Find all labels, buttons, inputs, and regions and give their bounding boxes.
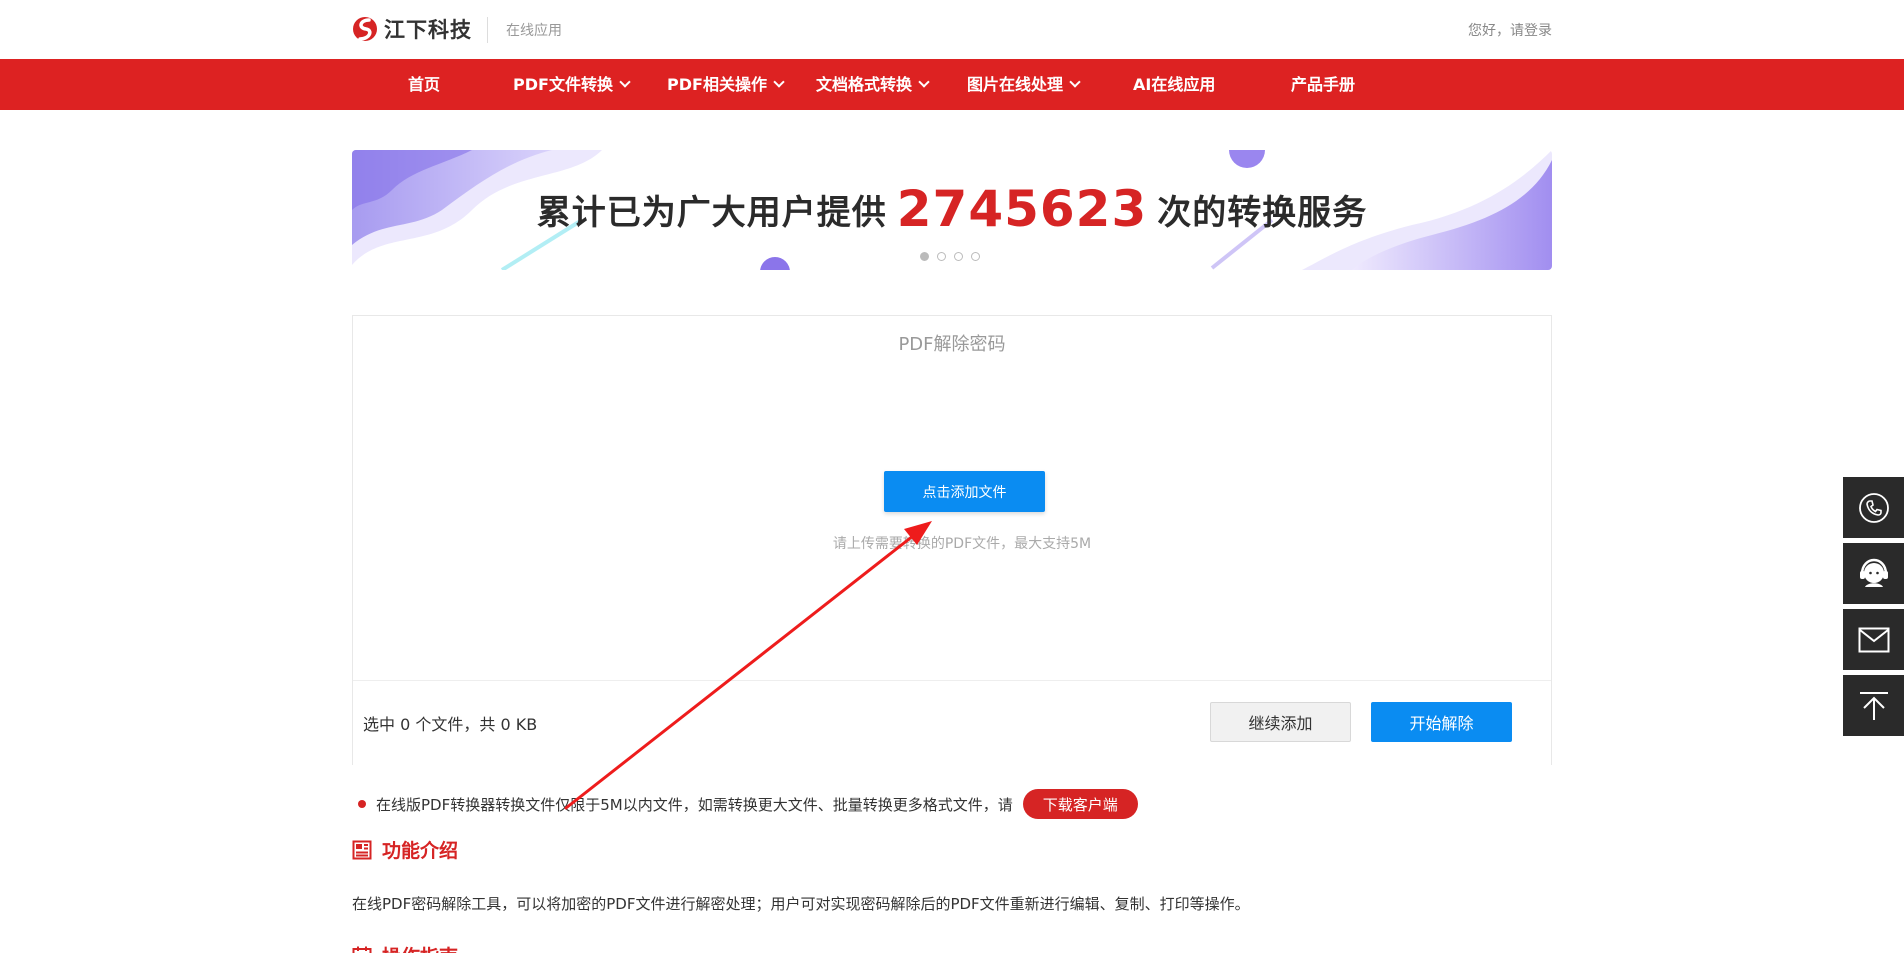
back-to-top-button[interactable] — [1843, 675, 1904, 736]
panel-footer: 选中 0 个文件，共 0 KB 继续添加 开始解除 — [353, 680, 1551, 765]
main-nav: 首页 PDF文件转换 PDF相关操作 文档格式转换 图片在线处理 AI在线应用 … — [0, 59, 1904, 110]
nav-item-pdf-convert[interactable]: PDF文件转换 — [513, 59, 631, 110]
chevron-down-icon — [619, 76, 631, 88]
bullet-icon — [358, 800, 366, 808]
continue-add-button[interactable]: 继续添加 — [1210, 702, 1351, 742]
chevron-down-icon — [773, 76, 785, 88]
nav-item-product-manual[interactable]: 产品手册 — [1291, 59, 1355, 110]
logo-icon — [353, 17, 377, 41]
email-button[interactable] — [1843, 609, 1904, 670]
nav-item-label: 产品手册 — [1291, 75, 1356, 94]
size-limit-notice: 在线版PDF转换器转换文件仅限于5M以内文件，如需转换更大文件、批量转换更多格式… — [358, 789, 1138, 819]
side-toolbar — [1843, 477, 1904, 741]
nav-item-label: PDF相关操作 — [667, 75, 767, 94]
carousel-dots — [920, 252, 988, 261]
download-client-button[interactable]: 下载客户端 — [1022, 789, 1138, 819]
nav-item-label: AI在线应用 — [1133, 75, 1216, 94]
calendar-icon — [352, 946, 372, 953]
intro-text: 在线PDF密码解除工具，可以将加密的PDF文件进行解密处理；用户可对实现密码解除… — [352, 895, 1250, 913]
back-to-top-icon — [1859, 691, 1888, 720]
mail-icon — [1858, 627, 1889, 652]
chevron-down-icon — [918, 76, 930, 88]
nav-item-ai-apps[interactable]: AI在线应用 — [1133, 59, 1215, 110]
add-file-button[interactable]: 点击添加文件 — [884, 471, 1045, 512]
chevron-down-icon — [1069, 76, 1081, 88]
page: 江下科技 在线应用 您好，请登录 首页 PDF文件转换 PDF相关操作 文档格式… — [0, 0, 1904, 953]
carousel-dot[interactable] — [937, 252, 946, 261]
customer-service-button[interactable] — [1843, 543, 1904, 604]
stats-banner[interactable]: 累计已为广大用户提供 2745623 次的转换服务 — [352, 150, 1552, 270]
start-unlock-button[interactable]: 开始解除 — [1371, 702, 1512, 742]
nav-item-doc-convert[interactable]: 文档格式转换 — [816, 59, 930, 110]
phone-icon — [1858, 492, 1889, 523]
guide-title: 操作指南 — [382, 942, 458, 953]
selection-info: 选中 0 个文件，共 0 KB — [363, 715, 538, 734]
logo-divider — [487, 17, 488, 43]
nav-item-image-process[interactable]: 图片在线处理 — [967, 59, 1081, 110]
upload-panel: PDF解除密码 点击添加文件 请上传需要转换的PDF文件，最大支持5M 选中 0… — [352, 315, 1552, 765]
login-link[interactable]: 您好，请登录 — [1468, 20, 1552, 40]
banner-headline: 累计已为广大用户提供 2745623 次的转换服务 — [352, 180, 1552, 238]
nav-item-label: 首页 — [408, 75, 441, 94]
logo[interactable]: 江下科技 — [352, 14, 472, 44]
guide-heading: 操作指南 — [352, 942, 458, 953]
banner-text-before: 累计已为广大用户提供 — [536, 193, 887, 233]
notice-text: 在线版PDF转换器转换文件仅限于5M以内文件，如需转换更大文件、批量转换更多格式… — [376, 795, 1013, 814]
carousel-dot[interactable] — [971, 252, 980, 261]
banner-text-after: 次的转换服务 — [1157, 193, 1368, 233]
nav-item-label: PDF文件转换 — [513, 75, 613, 94]
conversion-count: 2745623 — [896, 180, 1148, 238]
customer-service-icon — [1859, 558, 1888, 587]
logo-text: 江下科技 — [384, 18, 472, 42]
upload-hint: 请上传需要转换的PDF文件，最大支持5M — [832, 536, 1092, 552]
nav-item-home[interactable]: 首页 — [408, 59, 440, 110]
tool-title: PDF解除密码 — [898, 334, 1006, 355]
nav-item-label: 文档格式转换 — [816, 75, 913, 94]
top-header: 江下科技 在线应用 您好，请登录 — [0, 0, 1904, 59]
contact-phone-button[interactable] — [1843, 477, 1904, 538]
nav-item-label: 图片在线处理 — [967, 75, 1064, 94]
carousel-dot[interactable] — [920, 252, 929, 261]
intro-heading: 功能介绍 — [352, 836, 458, 863]
intro-title: 功能介绍 — [382, 840, 459, 862]
document-list-icon — [352, 840, 372, 859]
carousel-dot[interactable] — [954, 252, 963, 261]
site-subtitle: 在线应用 — [506, 23, 562, 39]
nav-item-pdf-operations[interactable]: PDF相关操作 — [667, 59, 785, 110]
